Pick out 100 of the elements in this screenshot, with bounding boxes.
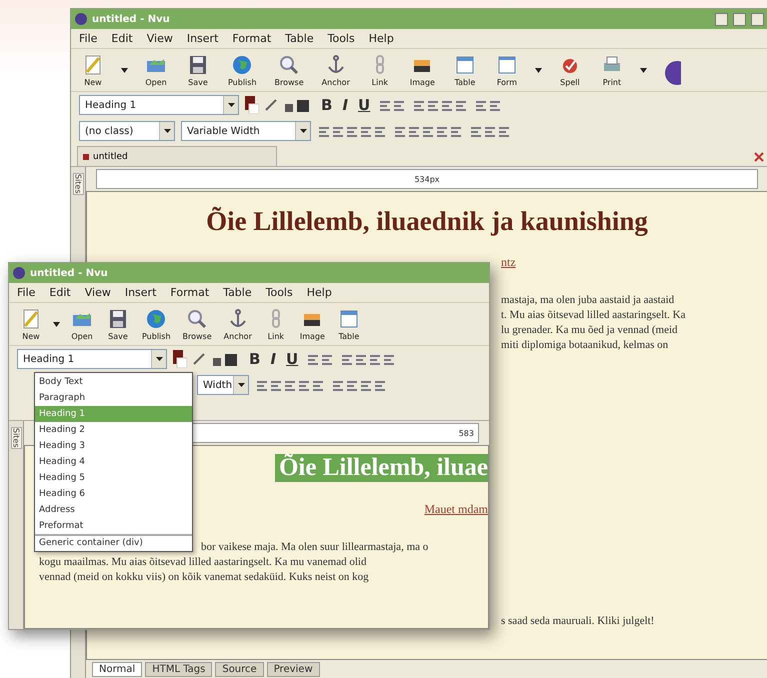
dropdown-item[interactable]: Preformat xyxy=(35,518,192,534)
view-tab[interactable]: Preview xyxy=(266,662,320,677)
toolbar-button[interactable]: Print xyxy=(598,53,626,87)
menu-item[interactable]: Format xyxy=(170,286,210,299)
menu-item[interactable]: Insert xyxy=(124,286,156,299)
paragraph-format-select[interactable]: Heading 1 xyxy=(17,349,167,369)
paragraph-line: vennad (meid on kokku viis) on kõik vanemat sedaküid. Kuks neist on kog xyxy=(39,570,370,585)
window-title: untitled - Nvu xyxy=(30,268,109,278)
table-edit-icons[interactable] xyxy=(393,124,463,138)
text-color-icon[interactable] xyxy=(245,96,259,114)
dropdown-item[interactable]: Paragraph xyxy=(35,390,192,406)
dropdown-item[interactable]: Heading 4 xyxy=(35,454,192,470)
caret-icon xyxy=(164,129,170,133)
font-select[interactable]: Variable Width xyxy=(181,121,311,141)
toolbar-button[interactable]: Open xyxy=(68,307,96,341)
page-link[interactable]: Mauet mdam xyxy=(424,502,488,516)
text-color-icon[interactable] xyxy=(173,350,187,368)
menu-item[interactable]: View xyxy=(84,286,111,299)
paragraph-line: miti diplomiga botaanikud, kelmas on xyxy=(501,338,670,353)
caret-icon xyxy=(156,357,162,361)
menu-item[interactable]: Table xyxy=(285,32,314,45)
toolbar-button[interactable]: Publish xyxy=(140,307,173,341)
toolbar-button[interactable]: Save xyxy=(184,53,212,87)
paragraph-line: s saad seda mauruali. Kliki julgelt! xyxy=(501,614,656,629)
menu-item[interactable]: Edit xyxy=(49,286,71,299)
toolbar-button[interactable]: Link xyxy=(366,53,394,87)
app-icon xyxy=(75,13,87,25)
menu-item[interactable]: Format xyxy=(232,32,272,45)
window-title: untitled - Nvu xyxy=(92,14,171,24)
list-icons[interactable] xyxy=(378,98,406,112)
style-icons[interactable] xyxy=(255,378,325,392)
menu-item[interactable]: Tools xyxy=(328,32,355,45)
class-select[interactable]: (no class) xyxy=(79,121,175,141)
toolbar-button[interactable]: Image xyxy=(298,307,327,341)
maximize-button[interactable] xyxy=(733,12,746,26)
menu-item[interactable]: Edit xyxy=(111,32,133,45)
dropdown-item[interactable]: Heading 5 xyxy=(35,470,192,486)
side-tab[interactable]: Sites xyxy=(72,173,84,195)
toolbar-button[interactable]: Save xyxy=(104,307,132,341)
toolbar-button[interactable]: Publish xyxy=(226,53,259,87)
format-button[interactable]: B xyxy=(247,350,262,368)
dropdown-item[interactable]: Heading 2 xyxy=(35,422,192,438)
page-heading: Õie Lillelemb, iluae xyxy=(274,454,488,482)
menu-item[interactable]: Table xyxy=(223,286,252,299)
dropdown-item[interactable]: Generic container (div) xyxy=(35,534,192,550)
align-icons[interactable] xyxy=(340,352,396,366)
format-button[interactable]: I xyxy=(268,350,278,368)
style-icons[interactable] xyxy=(317,124,387,138)
menu-item[interactable]: Help xyxy=(306,286,332,299)
caret-icon[interactable] xyxy=(640,68,647,73)
format-button[interactable]: U xyxy=(356,96,372,114)
menu-item[interactable]: Help xyxy=(368,32,394,45)
format-button[interactable]: B xyxy=(319,96,334,114)
font-select[interactable]: Width xyxy=(197,375,249,395)
side-tab[interactable]: Sites xyxy=(10,427,22,449)
format-button[interactable]: U xyxy=(284,350,300,368)
dropdown-item[interactable]: Heading 6 xyxy=(35,486,192,502)
menu-item[interactable]: Tools xyxy=(266,286,293,299)
menu-item[interactable]: View xyxy=(146,32,173,45)
dropdown-item[interactable]: Address xyxy=(35,502,192,518)
close-icon[interactable] xyxy=(754,152,764,162)
paragraph-line: t. Mu aias õitsevad lilled aastaringselt. Ka xyxy=(501,308,687,323)
view-tab[interactable]: HTML Tags xyxy=(145,662,212,677)
table-edit-icons[interactable] xyxy=(331,378,387,392)
list-icons[interactable] xyxy=(306,352,334,366)
align-icons[interactable] xyxy=(412,98,468,112)
view-tab[interactable]: Source xyxy=(215,662,264,677)
paragraph-format-select[interactable]: Heading 1 xyxy=(79,95,239,115)
toolbar-button[interactable]: Anchor xyxy=(222,307,254,341)
toolbar-button[interactable]: Browse xyxy=(180,307,214,341)
pencil-icon[interactable] xyxy=(193,353,205,365)
toolbar-button[interactable]: Table xyxy=(450,53,479,87)
menu-item[interactable]: File xyxy=(17,286,36,299)
document-tab[interactable]: untitled xyxy=(77,146,277,166)
pencil-icon[interactable] xyxy=(265,99,277,111)
format-button[interactable]: I xyxy=(340,96,350,114)
dropdown-item[interactable]: Body Text xyxy=(35,374,192,390)
paragraph-line: mastaja, ma olen juba aastaid ja aastaid xyxy=(501,293,676,308)
paragraph-line: lu grenader. Ka mu õed ja vennad (meid xyxy=(501,323,679,338)
caret-icon[interactable] xyxy=(121,68,128,73)
toolbar-button[interactable]: New xyxy=(17,307,45,341)
toolbar-button[interactable]: Form xyxy=(492,53,521,87)
toolbar-button[interactable]: Spell xyxy=(556,53,584,87)
menu-item[interactable]: File xyxy=(79,32,98,45)
toolbar-button[interactable]: Browse xyxy=(272,53,306,87)
toolbar-button[interactable]: Anchor xyxy=(320,53,352,87)
indent-icons[interactable] xyxy=(474,98,502,112)
valign-icons[interactable] xyxy=(469,124,511,138)
toolbar-button[interactable]: New xyxy=(79,53,107,87)
menu-item[interactable]: Insert xyxy=(186,32,218,45)
toolbar-button[interactable]: Link xyxy=(262,307,290,341)
toolbar-button[interactable]: Table xyxy=(334,307,363,341)
close-button[interactable] xyxy=(751,12,764,26)
caret-icon[interactable] xyxy=(534,68,542,73)
minimize-button[interactable] xyxy=(715,12,728,26)
toolbar-button[interactable]: Open xyxy=(142,53,170,87)
page-link[interactable]: ntz xyxy=(501,255,516,269)
toolbar-button[interactable]: Image xyxy=(408,53,437,87)
caret-icon[interactable] xyxy=(53,322,60,327)
view-tab[interactable]: Normal xyxy=(92,662,142,677)
